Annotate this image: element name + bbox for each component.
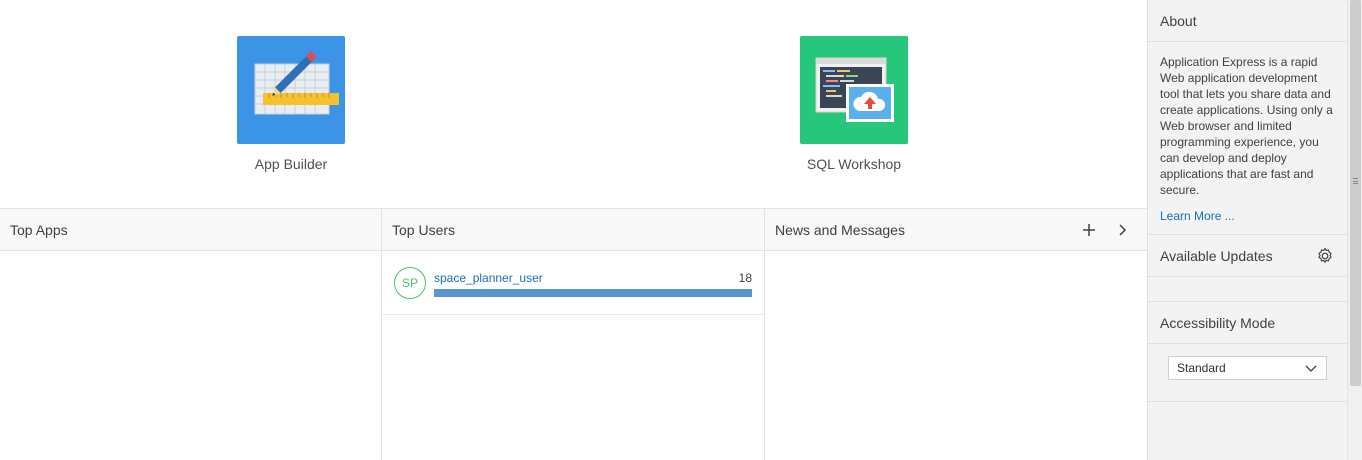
updates-title: Available Updates (1160, 247, 1273, 264)
updates-header: Available Updates (1148, 235, 1347, 277)
updates-section: Available Updates (1148, 235, 1347, 302)
list-item: SP space_planner_user 18 (382, 251, 764, 315)
about-text: Application Express is a rapid Web appli… (1160, 55, 1333, 197)
news-title: News and Messages (775, 221, 905, 238)
news-panel: News and Messages (765, 209, 1147, 460)
dashboard-panels: Top Apps Top Users SP space_planner_user… (0, 208, 1147, 460)
app-builder-icon[interactable] (237, 36, 345, 144)
chevron-down-icon (1304, 361, 1318, 375)
top-apps-title: Top Apps (10, 221, 68, 238)
chevron-right-icon[interactable] (1113, 220, 1133, 240)
sql-workshop-icon[interactable] (800, 36, 908, 144)
avatar: SP (394, 267, 426, 299)
user-name-link[interactable]: space_planner_user (434, 271, 543, 285)
gear-icon[interactable] (1315, 246, 1335, 266)
top-users-title: Top Users (392, 221, 456, 238)
page-scrollbar[interactable] (1347, 0, 1362, 460)
accessibility-title: Accessibility Mode (1148, 302, 1347, 344)
top-users-header: Top Users (382, 209, 764, 251)
plus-icon[interactable] (1079, 220, 1099, 240)
about-section: About Application Express is a rapid Web… (1148, 0, 1347, 235)
user-activity-bar (434, 289, 752, 297)
about-title: About (1148, 0, 1347, 42)
accessibility-mode-value: Standard (1177, 361, 1226, 375)
top-apps-header: Top Apps (0, 209, 381, 251)
news-header: News and Messages (765, 209, 1147, 251)
accessibility-mode-select[interactable]: Standard (1168, 356, 1327, 380)
accessibility-section: Accessibility Mode Standard (1148, 302, 1347, 402)
scrollbar-thumb[interactable] (1350, 0, 1361, 386)
sql-workshop-tile[interactable]: SQL Workshop (784, 36, 924, 172)
top-apps-panel: Top Apps (0, 209, 382, 460)
app-builder-label[interactable]: App Builder (221, 156, 361, 172)
right-sidebar: About Application Express is a rapid Web… (1147, 0, 1347, 460)
user-count: 18 (738, 271, 752, 285)
sql-workshop-label[interactable]: SQL Workshop (784, 156, 924, 172)
user-activity-bar-fill (434, 289, 752, 297)
app-builder-tile[interactable]: App Builder (221, 36, 361, 172)
top-users-panel: Top Users SP space_planner_user 18 (382, 209, 765, 460)
learn-more-link[interactable]: Learn More ... (1160, 209, 1235, 223)
main-content: App Builder SQL Workshop Top Apps Top Us… (0, 0, 1147, 460)
